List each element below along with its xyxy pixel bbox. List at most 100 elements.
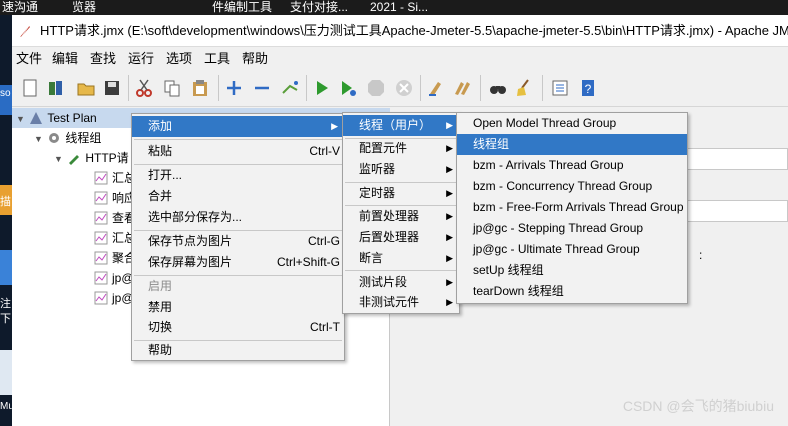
desktop-app-icon[interactable] [0, 350, 12, 395]
submenu-item-setup-thread-group[interactable]: setUp 线程组 [457, 260, 687, 281]
test-plan-icon [30, 112, 43, 124]
open-icon[interactable] [76, 78, 96, 98]
clear-all-icon[interactable] [452, 78, 472, 98]
help-icon[interactable]: ? [578, 78, 598, 98]
listener-chart-icon [94, 291, 108, 305]
taskbar-item[interactable]: 速沟通 [2, 0, 38, 14]
submenu-item-ultimate-thread-group[interactable]: jp@gc - Ultimate Thread Group [457, 239, 687, 260]
desktop-label: so [0, 88, 11, 99]
submenu-item-test-fragment[interactable]: 测试片段 ▶ [343, 272, 459, 293]
tree-node-listener[interactable]: 响应 [94, 188, 136, 208]
threads-submenu: Open Model Thread Group 线程组 bzm - Arriva… [456, 112, 688, 304]
submenu-item-assertion[interactable]: 断言 ▶ [343, 248, 459, 269]
title-bar[interactable]: HTTP请求.jmx (E:\soft\development\windows\… [12, 15, 788, 47]
templates-icon[interactable] [46, 78, 66, 98]
copy-icon[interactable] [162, 78, 182, 98]
tree-node-listener[interactable]: 汇总 [94, 168, 136, 188]
window-title: HTTP请求.jmx (E:\soft\development\windows\… [40, 23, 788, 38]
menu-item-disable[interactable]: 禁用 [132, 297, 344, 318]
tree-node-listener[interactable]: 汇总 [94, 228, 136, 248]
submenu-item-free-form-thread-group[interactable]: bzm - Free-Form Arrivals Thread Group [457, 197, 687, 218]
function-helper-icon[interactable] [550, 78, 570, 98]
shutdown-icon[interactable] [394, 78, 414, 98]
menu-run[interactable]: 运行 [128, 48, 154, 69]
desktop-app-icon[interactable] [0, 250, 12, 285]
submenu-item-timer[interactable]: 定时器 ▶ [343, 183, 459, 204]
menu-item-help[interactable]: 帮助 [132, 340, 344, 361]
menu-tools[interactable]: 工具 [204, 48, 230, 69]
menu-options[interactable]: 选项 [166, 48, 192, 69]
comments-field[interactable] [676, 200, 788, 222]
collapse-icon[interactable] [252, 78, 272, 98]
menu-item-save-node-image[interactable]: 保存节点为图片 Ctrl-G [132, 231, 344, 252]
submenu-item-listener[interactable]: 监听器 ▶ [343, 159, 459, 180]
taskbar-item[interactable]: 览器 [72, 0, 96, 14]
menu-item-save-selection[interactable]: 选中部分保存为... [132, 207, 344, 228]
listener-chart-icon [94, 271, 108, 285]
binoculars-icon[interactable] [488, 78, 508, 98]
listener-chart-icon [94, 191, 108, 205]
broom-icon[interactable] [514, 78, 534, 98]
menu-item-paste[interactable]: 粘贴 Ctrl-V [132, 141, 344, 162]
field-colon: : [699, 248, 703, 262]
add-submenu: 线程（用户） ▶ 配置元件 ▶ 监听器 ▶ 定时器 ▶ 前置处理器 ▶ 后置处理器 ▶ 断言… [342, 112, 460, 314]
new-icon[interactable] [20, 78, 40, 98]
desktop-label: 描 [0, 196, 11, 208]
jmeter-feather-icon [20, 25, 30, 37]
submenu-item-stepping-thread-group[interactable]: jp@gc - Stepping Thread Group [457, 218, 687, 239]
taskbar-item[interactable]: 2021 - Si... [370, 0, 428, 14]
stop-icon[interactable] [366, 78, 386, 98]
name-field[interactable] [676, 148, 788, 170]
menu-search[interactable]: 查找 [90, 48, 116, 69]
submenu-item-open-model-thread-group[interactable]: Open Model Thread Group [457, 113, 687, 134]
gear-icon [49, 133, 60, 143]
tree-node-http-request[interactable]: ▼ HTTP请 [54, 148, 129, 168]
save-icon[interactable] [102, 78, 122, 98]
start-icon[interactable] [312, 78, 332, 98]
cut-icon[interactable] [134, 78, 154, 98]
menu-item-add[interactable]: 添加 ▶ [132, 116, 344, 137]
submenu-item-threads[interactable]: 线程（用户） ▶ [343, 115, 459, 136]
submenu-item-arrivals-thread-group[interactable]: bzm - Arrivals Thread Group [457, 155, 687, 176]
menu-help[interactable]: 帮助 [242, 48, 268, 69]
submenu-item-teardown-thread-group[interactable]: tearDown 线程组 [457, 281, 687, 302]
tree-node-listener[interactable]: 聚合 [94, 248, 136, 268]
watermark: CSDN @会飞的猪biubiu [622, 398, 774, 414]
tree-node-listener[interactable]: 查看 [94, 208, 136, 228]
menu-edit[interactable]: 编辑 [52, 48, 78, 69]
tree-node-thread-group[interactable]: ▼ 线程组 [34, 128, 101, 148]
menu-file[interactable]: 文件 [16, 48, 42, 69]
menu-item-toggle[interactable]: 切换 Ctrl-T [132, 317, 344, 338]
expand-icon[interactable] [224, 78, 244, 98]
toggle-icon[interactable] [280, 78, 300, 98]
listener-chart-icon [94, 251, 108, 265]
toolbar: ? [12, 69, 788, 107]
tree-label: Test Plan [47, 111, 97, 125]
clear-icon[interactable] [426, 78, 446, 98]
desktop-label: 下 [0, 313, 11, 325]
submenu-item-postprocessor[interactable]: 后置处理器 ▶ [343, 227, 459, 248]
paste-icon[interactable] [190, 78, 210, 98]
submenu-item-preprocessor[interactable]: 前置处理器 ▶ [343, 206, 459, 227]
menu-bar: 文件 编辑 查找 运行 选项 工具 帮助 [12, 48, 788, 69]
listener-chart-icon [94, 231, 108, 245]
listener-chart-icon [94, 171, 108, 185]
submenu-item-thread-group[interactable]: 线程组 [457, 134, 687, 155]
tree-node-listener[interactable]: jp@ [94, 288, 134, 308]
menu-item-merge[interactable]: 合并 [132, 186, 344, 207]
tree-node-listener[interactable]: jp@ [94, 268, 134, 288]
desktop-label: 注 [0, 298, 11, 310]
taskbar-item[interactable]: 支付对接... [290, 0, 348, 14]
tree-label: 线程组 [65, 131, 102, 145]
start-no-pauses-icon[interactable] [338, 78, 358, 98]
menu-item-enable: 启用 [148, 279, 173, 293]
menu-item-open[interactable]: 打开... [132, 165, 344, 186]
menu-item-save-screen-image[interactable]: 保存屏幕为图片 Ctrl+Shift-G [132, 252, 344, 273]
submenu-item-concurrency-thread-group[interactable]: bzm - Concurrency Thread Group [457, 176, 687, 197]
taskbar-item[interactable]: 件编制工具 [212, 0, 272, 14]
pipette-icon [69, 155, 80, 165]
submenu-item-non-test[interactable]: 非测试元件 ▶ [343, 292, 459, 313]
submenu-item-config[interactable]: 配置元件 ▶ [343, 138, 459, 159]
desktop-taskbar: 速沟通 览器 件编制工具 支付对接... 2021 - Si... [0, 0, 788, 15]
jmeter-window: HTTP请求.jmx (E:\soft\development\windows\… [12, 15, 788, 426]
